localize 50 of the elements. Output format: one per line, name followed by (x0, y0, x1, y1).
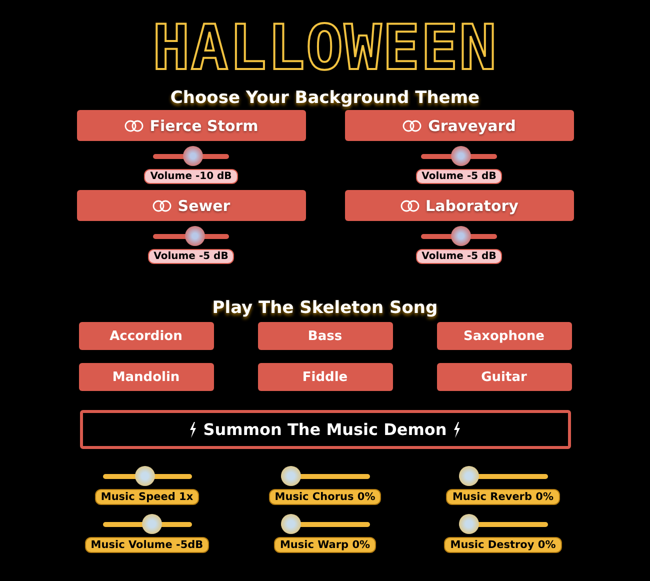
instrument-button[interactable]: Mandolin (78, 363, 214, 391)
control-label: Music Volume -5dB (84, 537, 210, 553)
control-label: Music Warp 0% (274, 537, 376, 553)
slider[interactable] (102, 466, 192, 486)
volume-label: Volume -5 dB (148, 249, 234, 264)
instrument-button[interactable]: Fiddle (258, 363, 392, 391)
slider[interactable] (280, 514, 370, 534)
theme-button[interactable]: Laboratory (344, 190, 574, 221)
toggle-icon (124, 120, 144, 132)
slider[interactable] (421, 226, 497, 246)
slider-thumb[interactable] (142, 514, 162, 534)
slider-thumb[interactable] (458, 466, 478, 486)
slider-thumb[interactable] (185, 226, 206, 246)
instrument-button[interactable]: Accordion (78, 322, 214, 350)
instrument-button[interactable]: Bass (258, 322, 392, 350)
slider[interactable] (153, 146, 229, 166)
slider[interactable] (280, 466, 370, 486)
slider[interactable] (458, 466, 548, 486)
slider-thumb[interactable] (280, 514, 300, 534)
slider-thumb[interactable] (450, 146, 471, 166)
toggle-icon (400, 200, 420, 212)
control-label: Music Destroy 0% (444, 537, 562, 553)
theme-button[interactable]: Sewer (76, 190, 306, 221)
volume-label: Volume -5 dB (416, 249, 502, 264)
toggle-icon (152, 200, 172, 212)
instrument-button[interactable]: Saxophone (436, 322, 572, 350)
slider[interactable] (153, 226, 229, 246)
slider-thumb[interactable] (134, 466, 155, 486)
volume-label: Volume -10 dB (144, 169, 238, 184)
lightning-icon (189, 422, 198, 438)
slider[interactable] (421, 146, 497, 166)
control-label: Music Chorus 0% (268, 489, 382, 505)
section-heading: Play The Skeleton Song (212, 298, 438, 318)
toggle-icon (402, 120, 422, 132)
slider-thumb[interactable] (183, 146, 204, 166)
slider-thumb[interactable] (280, 466, 300, 486)
volume-label: Volume -5 dB (416, 169, 502, 184)
section-heading: Choose Your Background Theme (170, 88, 480, 108)
theme-button[interactable]: Fierce Storm (76, 110, 306, 141)
slider[interactable] (102, 514, 192, 534)
slider-thumb[interactable] (450, 226, 471, 246)
slider[interactable] (458, 514, 548, 534)
theme-button[interactable]: Graveyard (344, 110, 574, 141)
lightning-icon (452, 422, 461, 438)
control-label: Music Reverb 0% (446, 489, 560, 505)
control-label: Music Speed 1x (94, 489, 200, 505)
slider-thumb[interactable] (458, 514, 478, 534)
page-title: HALLOWEEN (152, 14, 498, 82)
summon-button[interactable]: Summon The Music Demon (80, 410, 570, 449)
instrument-button[interactable]: Guitar (436, 363, 572, 391)
